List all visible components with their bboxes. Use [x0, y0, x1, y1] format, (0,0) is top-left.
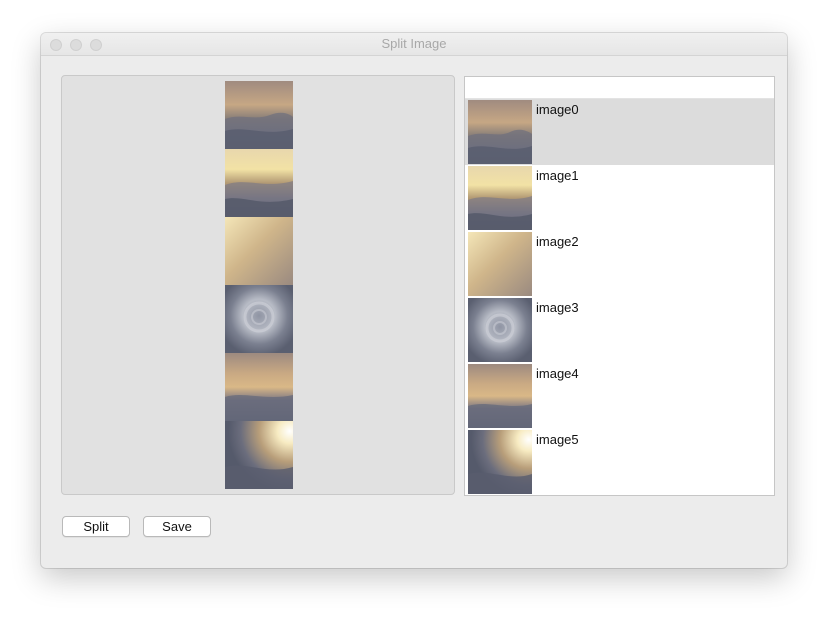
list-item[interactable]: image0	[465, 99, 774, 165]
thumbnail-image	[468, 166, 532, 230]
split-button[interactable]: Split	[62, 516, 130, 537]
list-item-label: image1	[536, 168, 579, 183]
save-button[interactable]: Save	[143, 516, 211, 537]
preview-tile-4	[225, 353, 293, 421]
tile-strip	[225, 81, 293, 489]
list-item-label: image2	[536, 234, 579, 249]
list-item-label: image3	[536, 300, 579, 315]
list-item-label: image5	[536, 432, 579, 447]
title-bar: Split Image	[41, 33, 787, 56]
preview-tile-2	[225, 217, 293, 285]
list-item-label: image0	[536, 102, 579, 117]
list-header	[465, 77, 774, 99]
thumbnail-image	[468, 430, 532, 494]
thumbnail-image	[468, 232, 532, 296]
image-preview-panel	[61, 75, 455, 495]
list-item[interactable]: image1	[465, 165, 774, 231]
list-item[interactable]: image4	[465, 363, 774, 429]
preview-tile-5	[225, 421, 293, 489]
preview-tile-3	[225, 285, 293, 353]
list-item[interactable]: image5	[465, 429, 774, 495]
thumbnail-image	[468, 298, 532, 362]
main-window: Split Image image0 image1 image2 image3 …	[41, 33, 787, 568]
list-item[interactable]: image2	[465, 231, 774, 297]
window-title: Split Image	[381, 36, 447, 51]
list-item[interactable]: image3	[465, 297, 774, 363]
preview-tile-0	[225, 81, 293, 149]
preview-tile-1	[225, 149, 293, 217]
thumbnail-image	[468, 100, 532, 164]
list-item-label: image4	[536, 366, 579, 381]
image-list[interactable]: image0 image1 image2 image3 image4 image…	[464, 76, 775, 496]
thumbnail-image	[468, 364, 532, 428]
